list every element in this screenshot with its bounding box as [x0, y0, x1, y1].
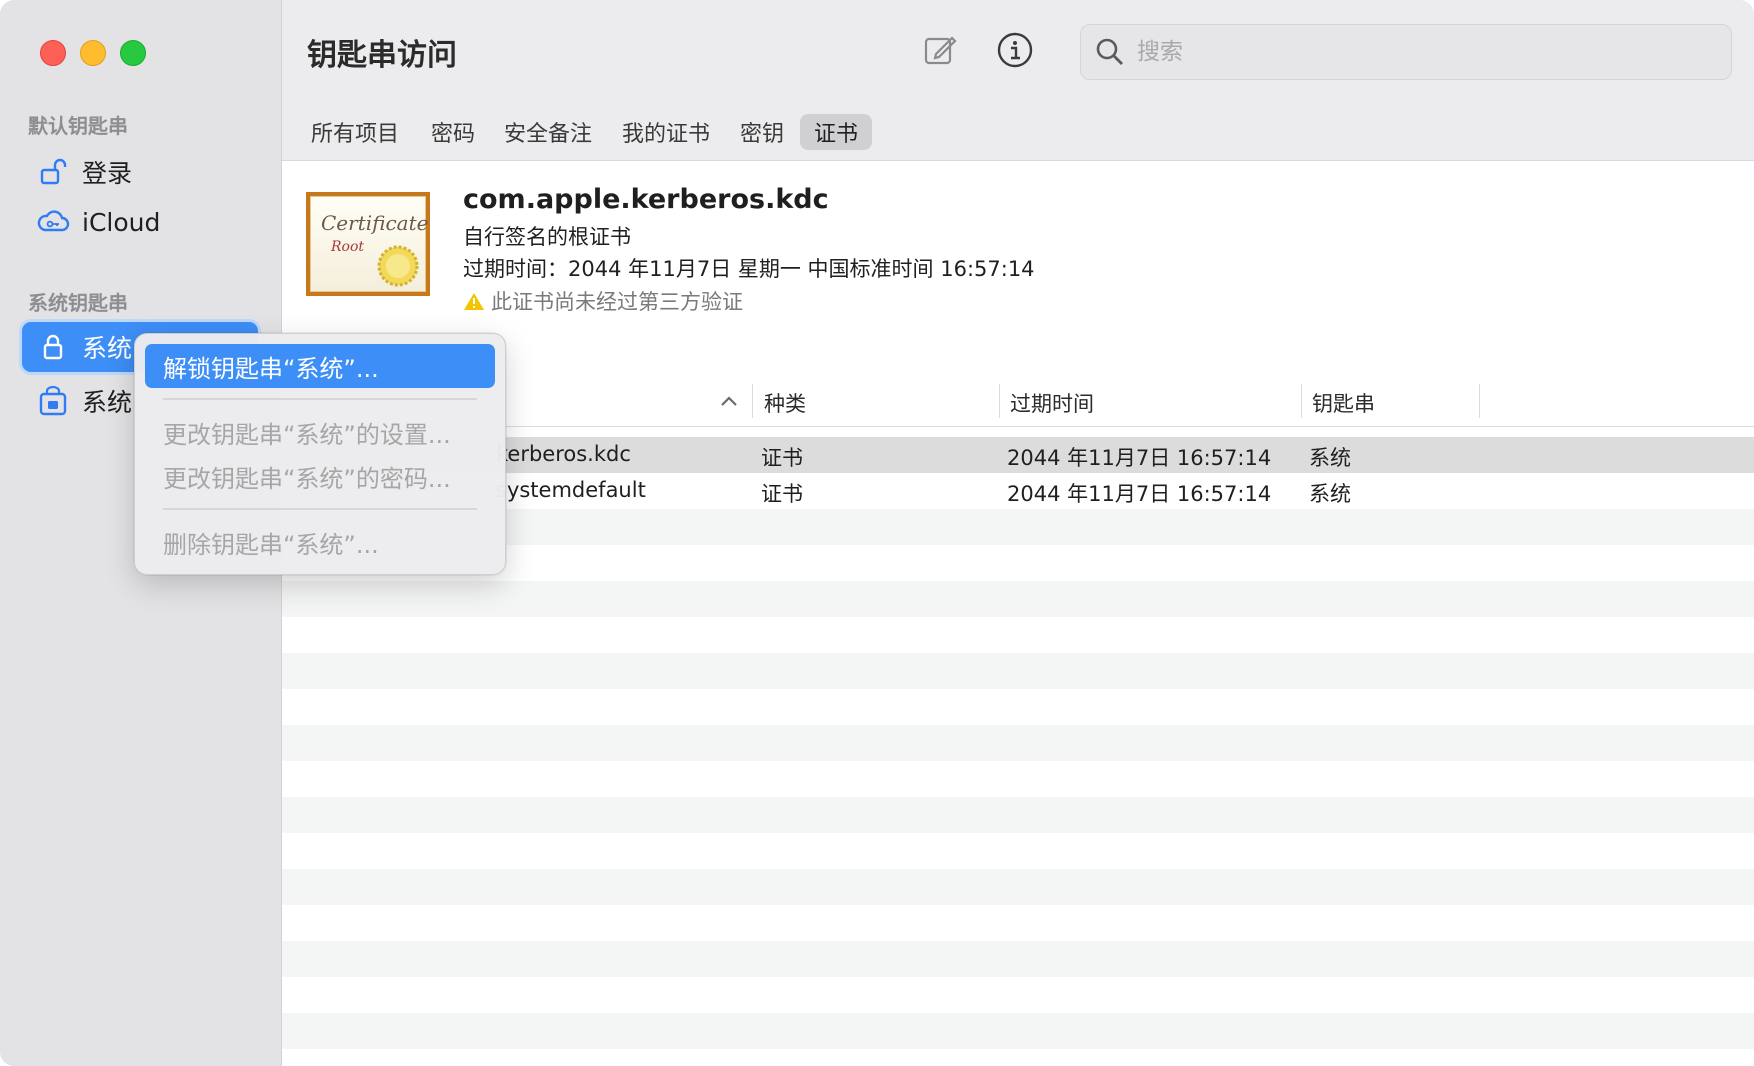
- search-input[interactable]: [1135, 38, 1699, 66]
- system-keychains-heading: 系统钥匙串: [28, 291, 128, 315]
- row-keychain: 系统: [1309, 446, 1351, 470]
- empty-row: [282, 725, 1754, 761]
- lock-box-icon: [36, 384, 70, 418]
- search-icon: [1096, 38, 1123, 65]
- empty-row: [282, 941, 1754, 977]
- warning-icon: [464, 293, 484, 310]
- certificate-name: com.apple.kerberos.kdc: [463, 184, 829, 215]
- info-button[interactable]: [995, 30, 1035, 70]
- menu-item-change-password[interactable]: 更改钥匙串“系统”的密码...: [145, 454, 495, 498]
- menu-item-change-settings[interactable]: 更改钥匙串“系统”的设置...: [145, 410, 495, 454]
- empty-row: [282, 581, 1754, 617]
- sidebar-item-login[interactable]: 登录: [22, 147, 258, 197]
- row-kind: 证书: [761, 446, 803, 470]
- row-name: kerberos.kdc: [496, 442, 631, 466]
- row-expires: 2044 年11月7日 16:57:14: [1007, 446, 1272, 470]
- empty-row: [282, 653, 1754, 689]
- sidebar-item-label: 系统: [82, 334, 133, 363]
- column-header-kind[interactable]: 种类: [764, 388, 806, 418]
- menu-separator: [163, 398, 477, 400]
- info-icon: [997, 32, 1033, 68]
- tab-certificates[interactable]: 证书: [800, 114, 873, 150]
- sidebar-item-label: iCloud: [82, 207, 161, 237]
- certificate-type: 自行签名的根证书: [463, 225, 631, 249]
- row-name: systemdefault: [496, 478, 646, 502]
- sidebar-item-icloud[interactable]: iCloud: [22, 197, 258, 247]
- empty-row: [282, 833, 1754, 869]
- empty-row: [282, 689, 1754, 725]
- certificate-warning: 此证书尚未经过第三方验证: [463, 286, 743, 316]
- empty-row: [282, 1013, 1754, 1049]
- seal-icon: [377, 245, 419, 287]
- keychain-window: 默认钥匙串 登录 iCloud 系统钥匙串 系统 系统 钥匙串访问 搜索 所有项…: [0, 0, 1754, 1066]
- empty-row: [282, 977, 1754, 1013]
- certificate-script-text: Certificate: [321, 211, 429, 235]
- empty-row: [282, 761, 1754, 797]
- unlock-icon: [36, 155, 70, 189]
- zoom-window-button[interactable]: [120, 40, 146, 66]
- sidebar-item-label: 系统: [82, 388, 133, 417]
- menu-separator: [163, 508, 477, 510]
- search-field[interactable]: [1080, 24, 1732, 80]
- tab-secure-notes[interactable]: 安全备注: [490, 114, 606, 150]
- tab-passwords[interactable]: 密码: [417, 114, 489, 150]
- empty-row: [282, 905, 1754, 941]
- menu-item-delete-keychain[interactable]: 删除钥匙串“系统”...: [145, 520, 495, 564]
- default-keychains-heading: 默认钥匙串: [28, 114, 128, 138]
- column-header-expires[interactable]: 过期时间: [1010, 388, 1094, 418]
- sidebar-item-label: 登录: [82, 159, 133, 188]
- empty-row: [282, 797, 1754, 833]
- column-header-keychain[interactable]: 钥匙串: [1312, 388, 1375, 418]
- menu-item-unlock-keychain[interactable]: 解锁钥匙串“系统”...: [145, 344, 495, 388]
- empty-row: [282, 617, 1754, 653]
- minimize-window-button[interactable]: [80, 40, 106, 66]
- row-kind: 证书: [761, 482, 803, 506]
- certificate-root-text: Root: [331, 239, 365, 255]
- row-keychain: 系统: [1309, 482, 1351, 506]
- empty-row: [282, 869, 1754, 905]
- certificate-expiry: 过期时间：2044 年11月7日 星期一 中国标准时间 16:57:14: [463, 257, 1035, 281]
- close-window-button[interactable]: [40, 40, 66, 66]
- lock-icon: [36, 330, 70, 364]
- keychain-context-menu: 解锁钥匙串“系统”... 更改钥匙串“系统”的设置... 更改钥匙串“系统”的密…: [134, 333, 506, 575]
- icloud-icon: [36, 205, 70, 239]
- window-title: 钥匙串访问: [307, 38, 457, 73]
- compose-icon: [924, 36, 957, 65]
- tab-all-items[interactable]: 所有项目: [297, 114, 413, 150]
- certificate-icon: Certificate Root: [306, 192, 430, 296]
- tab-keys[interactable]: 密钥: [726, 114, 798, 150]
- tab-my-certificates[interactable]: 我的证书: [608, 114, 724, 150]
- new-item-button[interactable]: [920, 30, 960, 70]
- sort-ascending-icon[interactable]: [719, 394, 739, 408]
- warning-text: 此证书尚未经过第三方验证: [491, 290, 743, 314]
- row-expires: 2044 年11月7日 16:57:14: [1007, 482, 1272, 506]
